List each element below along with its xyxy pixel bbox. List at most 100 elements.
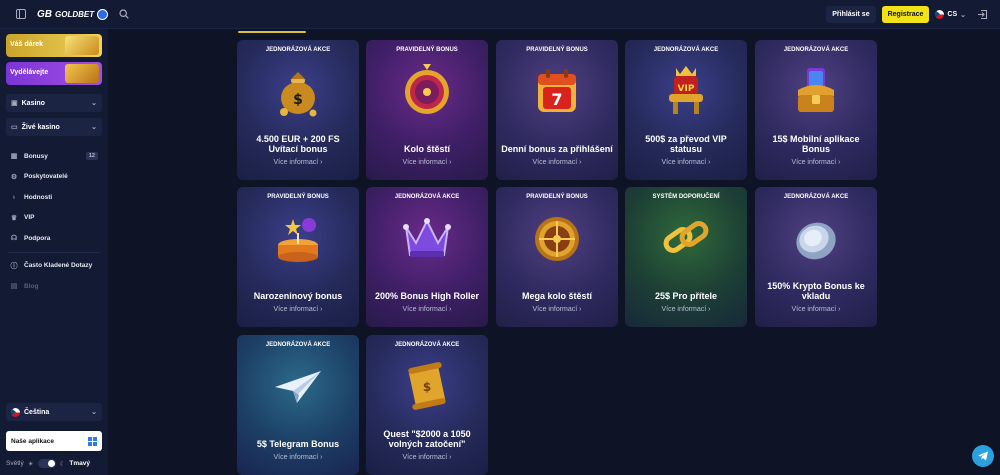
chevron-right-icon: ›	[708, 306, 711, 313]
top-bar: GB GOLDBET Přihlásit se Registrace CS ⌄	[0, 0, 1000, 29]
svg-text:$: $	[423, 380, 431, 394]
bonus-card-mega-wheel[interactable]: PRAVIDELNÝ BONUS Mega kolo štěstí Více i…	[496, 187, 618, 327]
telegram-icon	[978, 451, 988, 461]
card-tag: PRAVIDELNÝ BONUS	[526, 47, 588, 53]
more-info-label: Více informací	[273, 454, 319, 461]
app-download-button[interactable]: Naše aplikace	[6, 431, 102, 451]
search-icon[interactable]	[114, 4, 134, 24]
chevron-right-icon: ›	[708, 159, 711, 166]
card-title: Narozeninový bonus	[253, 291, 343, 301]
app-label: Naše aplikace	[11, 437, 55, 445]
more-info-link[interactable]: Více informací ›	[237, 306, 359, 313]
gift-promo-button[interactable]: Váš dárek	[6, 34, 102, 57]
sidebar-item-label: Poskytovatelé	[24, 173, 68, 181]
sidebar-item-label: Často Kladené Dotazy	[24, 262, 93, 270]
earn-promo-label: Vydělávejte	[10, 69, 49, 76]
sidebar-item-bonuses[interactable]: ▦ Bonusy 12	[0, 146, 108, 167]
bonus-card-fortune-wheel[interactable]: PRAVIDELNÝ BONUS Kolo štěstí Více inform…	[366, 40, 488, 180]
sidebar-divider	[8, 251, 100, 253]
casino-dropdown[interactable]: ▣ Kasino ⌄	[6, 94, 102, 112]
more-info-link[interactable]: Více informací ›	[496, 306, 618, 313]
card-tag: SYSTÉM DOPORUČENÍ	[652, 194, 720, 200]
sidebar-item-label: Blog	[24, 282, 39, 290]
casino-label: Kasino	[21, 99, 45, 107]
more-info-link[interactable]: Více informací ›	[625, 159, 747, 166]
more-info-link[interactable]: Více informací ›	[366, 306, 488, 313]
more-info-label: Více informací	[402, 454, 448, 461]
language-label: Čeština	[24, 408, 50, 416]
more-info-link[interactable]: Více informací ›	[755, 159, 877, 166]
telegram-chat-button[interactable]	[972, 445, 994, 467]
vip-throne-icon: VIP	[669, 66, 703, 114]
more-info-link[interactable]: Více informací ›	[625, 306, 747, 313]
login-button[interactable]: Přihlásit se	[826, 6, 876, 23]
sidebar-item-label: Bonusy	[24, 152, 48, 160]
more-info-label: Více informací	[402, 159, 448, 166]
sidebar-item-blog[interactable]: ▤ Blog	[0, 276, 108, 297]
more-info-link[interactable]: Více informací ›	[237, 454, 359, 461]
svg-text:7: 7	[551, 90, 562, 109]
more-info-link[interactable]: Více informací ›	[366, 159, 488, 166]
card-tag: JEDNORÁZOVÁ AKCE	[783, 47, 849, 53]
more-info-link[interactable]: Více informací ›	[366, 454, 488, 461]
chevron-right-icon: ›	[579, 306, 582, 313]
theme-toggle[interactable]	[37, 459, 56, 468]
goldbet-logo[interactable]: GB GOLDBET	[37, 8, 109, 20]
earn-promo-button[interactable]: Vydělávejte	[6, 62, 102, 85]
register-button[interactable]: Registrace	[881, 6, 930, 23]
chevron-right-icon: ›	[320, 454, 323, 461]
more-info-link[interactable]: Více informací ›	[755, 306, 877, 313]
chain-link-icon	[663, 221, 709, 253]
chevron-right-icon: ›	[449, 454, 452, 461]
bonus-card-birthday[interactable]: PRAVIDELNÝ BONUS Narozeninový bonus Více…	[237, 187, 359, 327]
moon-icon: ☾	[59, 460, 66, 468]
sidebar-item-ranks[interactable]: ♁ Hodnosti	[0, 187, 108, 208]
chevron-right-icon: ›	[320, 306, 323, 313]
sun-icon: ☀	[27, 460, 34, 468]
bonus-card-mobile-app[interactable]: JEDNORÁZOVÁ AKCE 15$ Mobilní aplikace Bo…	[755, 40, 877, 180]
bonus-card-daily-login[interactable]: PRAVIDELNÝ BONUS 7 Denní bonus za přihlá…	[496, 40, 618, 180]
bonus-card-high-roller[interactable]: JEDNORÁZOVÁ AKCE 200% Bonus High Roller …	[366, 187, 488, 327]
scroll-icon: $	[408, 362, 446, 410]
bonus-card-crypto[interactable]: JEDNORÁZOVÁ AKCE 150% Krypto Bonus ke vk…	[755, 187, 877, 327]
live-casino-dropdown[interactable]: ▭ Živé kasino ⌄	[6, 118, 102, 136]
card-title: 15$ Mobilní aplikace Bonus	[772, 134, 860, 154]
treasure-chest-icon	[798, 68, 834, 112]
calendar-icon: 7	[538, 69, 576, 112]
bonus-card-vip-transfer[interactable]: JEDNORÁZOVÁ AKCE VIP 500$ za převod VIP …	[625, 40, 747, 180]
chevron-down-icon: ⌄	[960, 11, 966, 19]
sidebar-item-providers[interactable]: ⚙ Poskytovatelé	[0, 167, 108, 188]
card-tag: PRAVIDELNÝ BONUS	[526, 194, 588, 200]
paper-plane-icon	[275, 371, 321, 403]
sidebar-item-support[interactable]: ☊ Podpora	[0, 228, 108, 249]
svg-text:VIP: VIP	[678, 84, 695, 94]
more-info-link[interactable]: Více informací ›	[496, 159, 618, 166]
chevron-right-icon: ›	[579, 159, 582, 166]
sidebar-toggle-icon[interactable]	[11, 4, 31, 24]
sidebar-item-vip[interactable]: ♛ VIP	[0, 208, 108, 229]
card-title: Mega kolo štěstí	[521, 291, 593, 301]
gift-icon: ▦	[10, 153, 18, 161]
more-info-label: Více informací	[661, 159, 707, 166]
bonus-card-welcome[interactable]: JEDNORÁZOVÁ AKCE $ 4.500 EUR + 200 FS Uv…	[237, 40, 359, 180]
card-tag: JEDNORÁZOVÁ AKCE	[783, 194, 849, 200]
bonus-card-referral[interactable]: SYSTÉM DOPORUČENÍ 25$ Pro přítele Více i…	[625, 187, 747, 327]
crown-icon: ♛	[10, 214, 18, 222]
live-casino-label: Živé kasino	[21, 123, 60, 131]
card-title: 5$ Telegram Bonus	[256, 439, 340, 449]
sidebar-item-faq[interactable]: ⓘ Často Kladené Dotazy	[0, 256, 108, 277]
card-title: 150% Krypto Bonus ke vkladu	[767, 281, 865, 301]
chevron-down-icon: ⌄	[91, 100, 97, 107]
bonus-card-telegram[interactable]: JEDNORÁZOVÁ AKCE 5$ Telegram Bonus Více …	[237, 335, 359, 475]
card-title: Denní bonus za přihlášení	[501, 144, 613, 154]
chevron-right-icon: ›	[838, 159, 841, 166]
logo-text: GOLDBET	[55, 9, 95, 19]
exit-icon[interactable]	[972, 5, 992, 25]
card-tag: JEDNORÁZOVÁ AKCE	[653, 47, 719, 53]
language-dropdown[interactable]: Čeština ⌄	[6, 403, 102, 421]
language-select[interactable]: CS ⌄	[935, 10, 966, 19]
card-tag: JEDNORÁZOVÁ AKCE	[394, 342, 460, 348]
sidebar-bottom: Čeština ⌄ Naše aplikace Světlý ☀ ☾ Tmavý	[6, 403, 102, 468]
bonus-card-quest[interactable]: JEDNORÁZOVÁ AKCE $ Quest "$2000 a 1050 v…	[366, 335, 488, 475]
more-info-link[interactable]: Více informací ›	[237, 159, 359, 166]
